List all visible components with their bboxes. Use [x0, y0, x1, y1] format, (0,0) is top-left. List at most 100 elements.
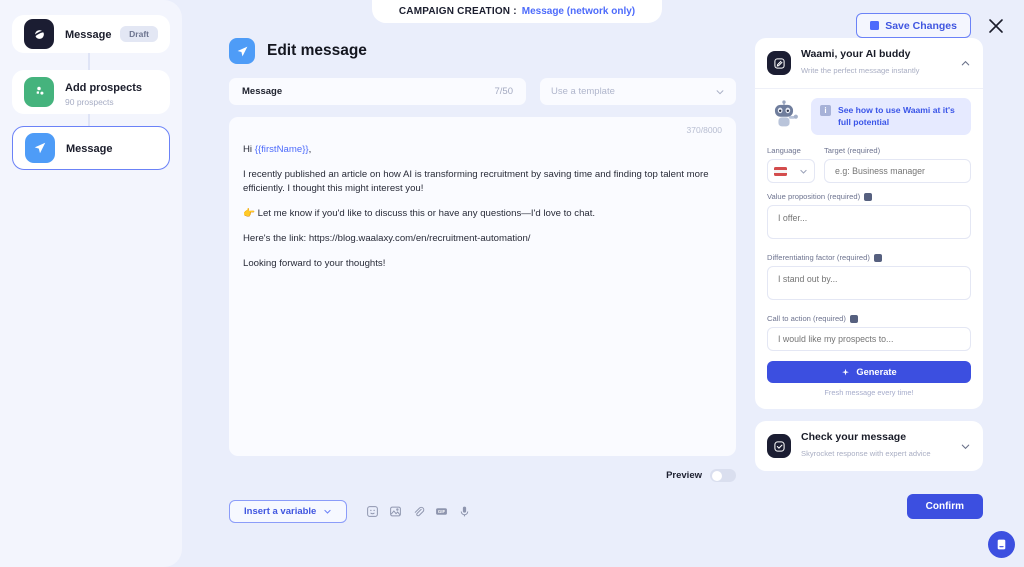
page-title: Edit message [267, 42, 367, 59]
chat-support-button[interactable] [988, 531, 1015, 558]
waami-card-body: i See how to use Waami at it's full pote… [755, 88, 983, 409]
check-bubble-icon [767, 434, 791, 459]
info-icon[interactable] [873, 253, 882, 262]
sidebar-item-text: Message [66, 139, 157, 157]
assistant-panel: Waami, your AI buddy Write the perfect m… [755, 38, 983, 483]
template-select-placeholder: Use a template [551, 86, 615, 97]
generate-button[interactable]: Generate [767, 361, 971, 384]
value-proposition-label-text: Value proposition (required) [767, 192, 861, 202]
sidebar-item-add-prospects[interactable]: Add prospects 90 prospects [12, 70, 170, 114]
check-title: Check your message [801, 431, 907, 444]
status-badge: Draft [120, 26, 158, 42]
image-icon[interactable] [389, 505, 402, 518]
info-icon[interactable] [849, 314, 858, 323]
toolbar-icon-row: GIF [366, 505, 471, 518]
language-select[interactable] [767, 159, 815, 184]
sidebar-item-text: Message [65, 25, 112, 43]
target-label: Target (required) [824, 146, 881, 156]
campaign-breadcrumb: CAMPAIGN CREATION : Message (network onl… [372, 0, 662, 23]
waami-card-text: Waami, your AI buddy Write the perfect m… [801, 48, 950, 78]
call-to-action-input[interactable] [767, 327, 971, 352]
chevron-down-icon [716, 89, 724, 94]
gif-icon[interactable]: GIF [435, 505, 448, 518]
app-root: CAMPAIGN CREATION : Message (network onl… [0, 0, 1024, 567]
value-proposition-label: Value proposition (required) [767, 192, 971, 201]
message-name-input[interactable]: Message 7/50 [229, 78, 526, 105]
sidebar-item-message-draft[interactable]: Message Draft [12, 15, 170, 53]
generate-label: Generate [856, 367, 897, 378]
sidebar-item-title: Message [65, 29, 112, 41]
editor-toolbar: Insert a variable GIF [200, 482, 754, 523]
people-icon [24, 77, 54, 107]
sidebar-item-title: Add prospects [65, 81, 143, 94]
message-paragraph-2: 👉 Let me know if you'd like to discuss t… [243, 207, 596, 219]
message-paragraph-3: Here's the link: https://blog.waalaxy.co… [243, 232, 531, 244]
waami-title: Waami, your AI buddy [801, 48, 911, 60]
svg-text:GIF: GIF [438, 509, 446, 514]
confirm-button[interactable]: Confirm [906, 494, 983, 519]
preview-label: Preview [666, 470, 702, 481]
chevron-down-icon [800, 169, 807, 174]
info-icon[interactable] [864, 192, 873, 201]
body-character-counter: 370/8000 [686, 125, 722, 135]
fresh-message-note: Fresh message every time! [824, 388, 914, 398]
chevron-up-icon[interactable] [960, 58, 971, 69]
chevron-down-icon [324, 509, 331, 514]
check-message-header[interactable]: Check your message Skyrocket response wi… [755, 421, 983, 471]
message-editor-panel: Edit message Message 7/50 Use a template… [200, 0, 754, 567]
preview-toggle[interactable] [710, 469, 736, 482]
waami-card-header[interactable]: Waami, your AI buddy Write the perfect m… [755, 38, 983, 88]
planet-icon [24, 19, 54, 49]
save-changes-label: Save Changes [885, 19, 957, 32]
attachment-icon[interactable] [412, 505, 425, 518]
message-name-value: Message [242, 86, 283, 97]
target-input[interactable] [824, 159, 971, 184]
sidebar-item-message-selected[interactable]: Message [12, 126, 170, 170]
message-greeting: Hi {{firstName}}, [243, 143, 719, 157]
message-paragraph-1: I recently published an article on how A… [243, 168, 709, 194]
insert-variable-button[interactable]: Insert a variable [229, 500, 348, 523]
call-to-action-label: Call to action (required) [767, 314, 971, 323]
waami-hint-row: i See how to use Waami at it's full pote… [767, 98, 971, 136]
differentiating-factor-input[interactable] [767, 266, 971, 301]
preview-row: Preview [200, 456, 754, 482]
disk-icon [870, 21, 880, 30]
waami-card: Waami, your AI buddy Write the perfect m… [755, 38, 983, 410]
send-icon [229, 38, 255, 64]
call-to-action-label-text: Call to action (required) [767, 314, 846, 324]
close-icon[interactable] [986, 16, 1006, 36]
breadcrumb-label: CAMPAIGN CREATION : [398, 6, 517, 17]
chevron-down-icon[interactable] [960, 441, 971, 452]
insert-variable-label: Insert a variable [244, 506, 317, 517]
sparkle-icon [842, 368, 850, 376]
check-message-text: Check your message Skyrocket response wi… [801, 431, 950, 461]
pencil-icon [767, 51, 791, 75]
sidebar-item-subtitle: 90 prospects [65, 96, 114, 107]
save-changes-button[interactable]: Save Changes [856, 13, 971, 38]
microphone-icon[interactable] [458, 505, 471, 518]
flag-icon [774, 166, 787, 176]
greeting-suffix: , [308, 144, 312, 155]
breadcrumb-value: Message (network only) [521, 6, 636, 17]
message-name-counter: 7/50 [494, 86, 514, 97]
editor-field-row: Message 7/50 Use a template [200, 64, 754, 105]
check-subtitle: Skyrocket response with expert advice [801, 449, 931, 459]
campaign-sidebar: Message Draft Add prospects 90 prospects [0, 0, 182, 567]
sidebar-item-text: Add prospects 90 prospects [65, 78, 158, 107]
value-proposition-input[interactable] [767, 205, 971, 240]
differentiating-factor-label: Differentiating factor (required) [767, 253, 971, 262]
waami-hint-link[interactable]: i See how to use Waami at it's full pote… [811, 98, 971, 136]
message-paragraph-4: Looking forward to your thoughts! [243, 257, 386, 269]
template-select[interactable]: Use a template [540, 78, 736, 105]
message-body-textarea[interactable]: 370/8000 Hi {{firstName}}, I recently pu… [229, 117, 736, 456]
chat-icon [997, 539, 1006, 550]
send-icon [25, 133, 55, 163]
info-icon: i [820, 105, 831, 116]
language-target-row: Language Target (required) [767, 137, 971, 184]
sidebar-item-title: Message [66, 143, 113, 155]
robot-icon [767, 98, 801, 132]
waami-subtitle: Write the perfect message instantly [801, 66, 920, 75]
emoji-icon[interactable] [366, 505, 379, 518]
first-name-variable: {{firstName}} [254, 144, 309, 155]
greeting-prefix: Hi [243, 144, 255, 155]
